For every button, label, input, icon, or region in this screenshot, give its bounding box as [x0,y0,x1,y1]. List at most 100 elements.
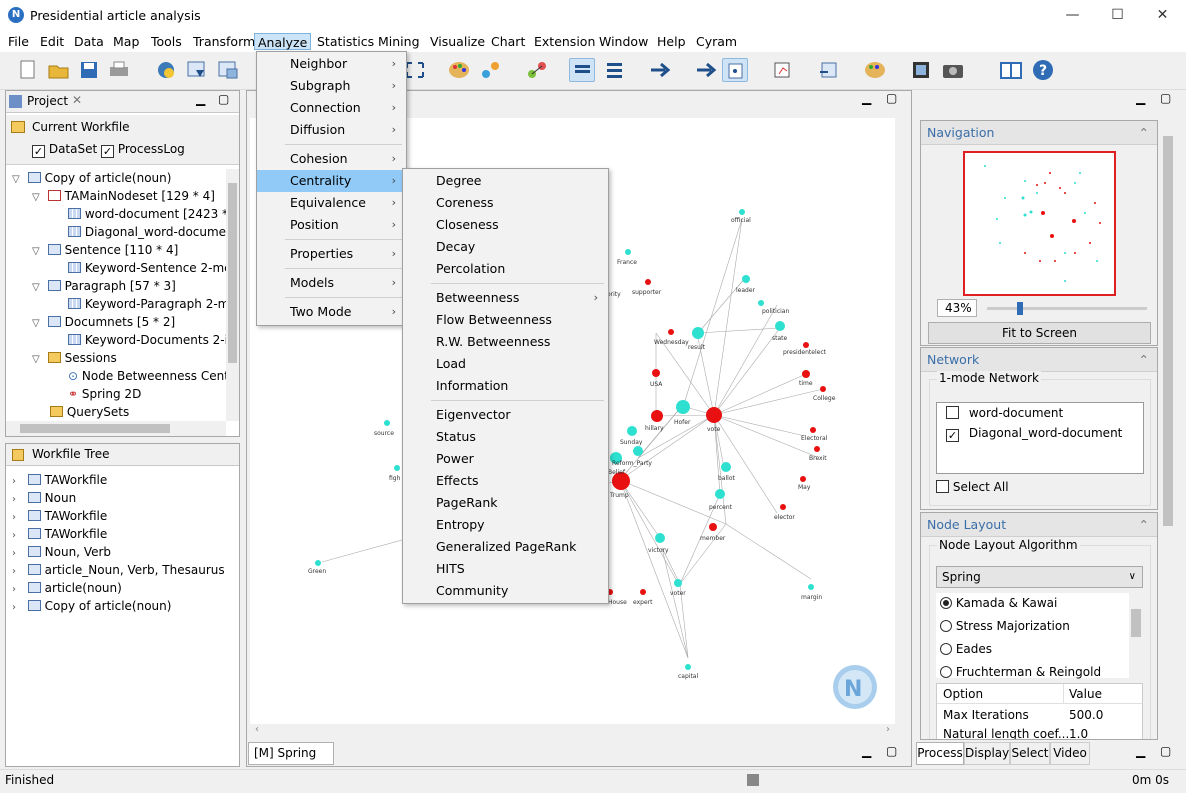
side-scrollbar[interactable] [1160,120,1176,740]
menu-item-betweenness[interactable]: Betweenness › [403,287,608,309]
workfile-item[interactable]: › Copy of article(noun) [12,597,225,615]
menu-transform[interactable]: Transform [190,33,258,50]
node-presidentelect[interactable] [803,342,809,348]
maximize-panel-icon[interactable]: ▢ [218,92,229,106]
tree-item-sentence[interactable]: ▽ Sentence [110 * 4] [6,241,226,259]
menu-statistics[interactable]: Statistics [314,33,377,50]
python-icon[interactable] [153,58,179,82]
node-official[interactable] [739,209,745,215]
minimize-button[interactable]: — [1050,0,1095,31]
node-hillary[interactable] [651,410,663,422]
data-transform-icon[interactable] [215,58,241,82]
node-state[interactable] [775,321,785,331]
menu-item-eigenvector[interactable]: Eigenvector [403,404,608,426]
node-ballot[interactable] [721,462,731,472]
node-result[interactable] [692,327,704,339]
menu-data[interactable]: Data [71,33,107,50]
node-victory[interactable] [655,533,665,543]
tree-item-keyword-paragraph[interactable]: Keyword-Paragraph 2-m [6,295,226,313]
project-tree-hscroll[interactable] [6,421,226,436]
dataset-checkbox[interactable]: ✓ [32,145,45,158]
bottom-maximize-icon[interactable]: ▢ [886,744,897,758]
workfile-item[interactable]: › TAWorkfile [12,525,225,543]
menu-item-information[interactable]: Information [403,375,608,397]
minimize-panel-icon[interactable]: ▁ [196,92,205,106]
menu-item-equivalence[interactable]: Equivalence › [257,192,406,214]
workfile-item[interactable]: › Noun [12,489,225,507]
menu-item-closeness[interactable]: Closeness [403,214,608,236]
bottom-minimize-icon[interactable]: ▁ [862,744,871,758]
node-time[interactable] [802,370,810,378]
tabs-maximize-icon[interactable]: ▢ [1160,744,1171,758]
menu-item-pagerank[interactable]: PageRank [403,492,608,514]
menu-item-flow-betweenness[interactable]: Flow Betweenness [403,309,608,331]
new-file-icon[interactable] [14,58,40,82]
tree-item-querysets[interactable]: QuerySets [6,403,226,421]
node-brexit[interactable] [814,446,820,452]
collapse-icon[interactable]: ⌃ [1139,513,1149,537]
table-cell[interactable]: 500.0 [1069,708,1103,722]
node-may[interactable] [800,476,806,482]
collapse-icon[interactable]: ⌃ [1139,121,1149,145]
tab-select[interactable]: Select [1010,742,1050,765]
tree-item-word-document[interactable]: word-document [2423 * [6,205,226,223]
node-france[interactable] [625,249,631,255]
tab-video[interactable]: Video [1050,742,1090,765]
project-tree-vscroll[interactable] [226,169,239,421]
menu-window[interactable]: Window [596,33,651,50]
tree-item-diagonal[interactable]: Diagonal_word-documer [6,223,226,241]
node-percent[interactable] [715,489,725,499]
table-row[interactable]: Max Iterations [943,708,1029,722]
tree-item-paragraph[interactable]: ▽ Paragraph [57 * 3] [6,277,226,295]
node-expert[interactable] [640,589,646,595]
palette-icon[interactable] [446,58,472,82]
save-icon[interactable] [76,58,102,82]
workfile-item[interactable]: › Noun, Verb [12,543,225,561]
spring-2d-tab[interactable]: [M] Spring 2D [248,742,334,781]
table-row[interactable]: Natural length coef... [943,727,1069,739]
project-tab-label[interactable]: Project [27,94,68,108]
export-data-icon[interactable] [816,58,842,82]
select-all-checkbox[interactable] [936,480,949,493]
menu-item-status[interactable]: Status [403,426,608,448]
stress-majorization-radio[interactable] [940,620,952,632]
graph-hscroll[interactable]: ‹ › [250,724,895,739]
kamada-kawai-radio[interactable] [940,597,952,609]
menu-item-connection[interactable]: Connection › [257,97,406,119]
node-college[interactable] [820,386,826,392]
menu-item-degree[interactable]: Degree [403,170,608,192]
stop-icon[interactable] [747,774,759,786]
tree-item-documents[interactable]: ▽ Documnets [5 * 2] [6,313,226,331]
film-icon[interactable] [908,58,934,82]
node-figh[interactable] [394,465,400,471]
menu-item-decay[interactable]: Decay [403,236,608,258]
workfile-item[interactable]: › TAWorkfile [12,507,225,525]
workfile-item[interactable]: › article_Noun, Verb, Thesaurus [12,561,225,579]
arrow-right-icon[interactable] [648,58,674,82]
menu-item-entropy[interactable]: Entropy [403,514,608,536]
menu-item-power[interactable]: Power [403,448,608,470]
menu-item-properties[interactable]: Properties › [257,243,406,265]
eades-radio[interactable] [940,643,952,655]
node-style-icon[interactable] [478,58,504,82]
menu-item-percolation[interactable]: Percolation [403,258,608,280]
tree-item-copy-article[interactable]: ▽ Copy of article(noun) [6,169,226,187]
side-minimize-icon[interactable]: ▁ [1136,91,1145,105]
editor-maximize-icon[interactable]: ▢ [886,91,897,105]
diagonal-checkbox[interactable]: ✓ [946,429,959,442]
graph-vscroll[interactable] [895,118,909,724]
node-green[interactable] [315,560,321,566]
tree-item-mainnodeset[interactable]: ▽ TAMainNodeset [129 * 4] [6,187,226,205]
zoom-slider-thumb[interactable] [1017,302,1023,315]
navigation-preview[interactable] [963,151,1116,296]
workfile-item[interactable]: › TAWorkfile [12,471,225,489]
node-wednesday[interactable] [668,329,674,335]
node-electoral[interactable] [810,427,816,433]
menu-tools[interactable]: Tools [148,33,185,50]
tree-item-sessions[interactable]: ▽ Sessions [6,349,226,367]
tree-item-keyword-documents[interactable]: Keyword-Documents 2-i [6,331,226,349]
menu-cyram[interactable]: Cyram [693,33,740,50]
close-tab-icon[interactable]: ✕ [72,93,82,107]
close-button[interactable]: ✕ [1140,0,1185,31]
menu-item-hits[interactable]: HITS [403,558,608,580]
